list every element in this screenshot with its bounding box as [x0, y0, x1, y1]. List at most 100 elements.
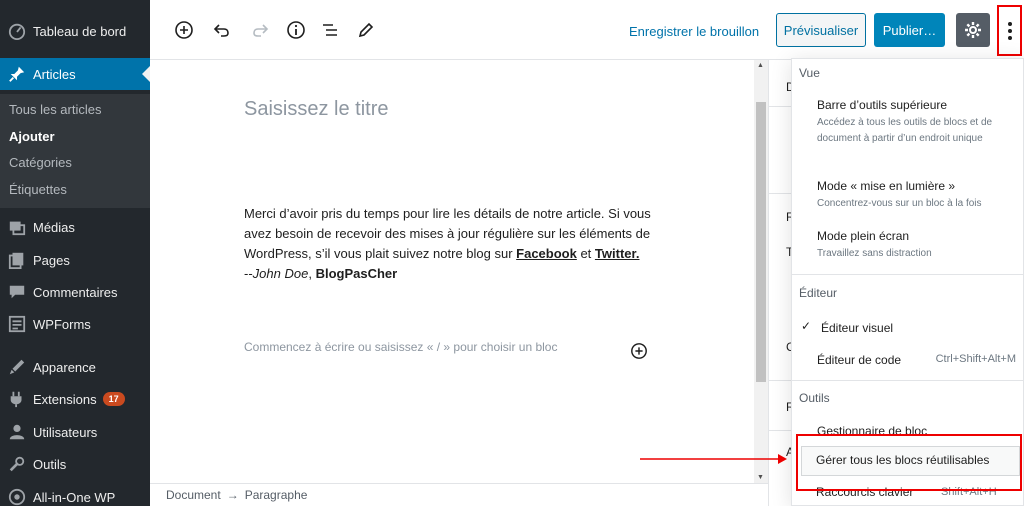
info-icon	[287, 21, 305, 39]
dashboard-icon	[7, 21, 27, 41]
pages-icon	[7, 250, 27, 270]
add-block-button[interactable]	[172, 18, 196, 42]
check-icon: ✓	[801, 319, 812, 333]
sidebar-item-label: Outils	[33, 456, 67, 472]
blog-name: BlogPasCher	[315, 266, 398, 281]
redo-icon	[253, 24, 269, 37]
code-editor-shortcut: Ctrl+Shift+Alt+M	[935, 353, 1016, 365]
annotation-arrow-icon	[640, 454, 787, 464]
submenu-categories[interactable]: Catégories	[9, 155, 72, 170]
scroll-up-arrow-icon[interactable]: ▲	[757, 62, 764, 69]
menu-item-visual-editor[interactable]: Éditeur visuel	[821, 320, 1023, 336]
menu-section-tools: Outils	[799, 391, 830, 405]
sidebar-item-dashboard[interactable]: Tableau de bord	[0, 15, 150, 47]
inserter-button[interactable]	[630, 342, 648, 360]
sidebar-item-users[interactable]: Utilisateurs	[0, 416, 150, 448]
redo-button[interactable]	[248, 18, 272, 42]
menu-item-manage-reusable-blocks[interactable]: Gérer tous les blocs réutilisables	[816, 453, 989, 467]
undo-button[interactable]	[210, 18, 234, 42]
edit-mode-button[interactable]	[354, 18, 378, 42]
menu-item-top-toolbar[interactable]: Barre d’outils supérieure Accédez à tous…	[817, 97, 1022, 147]
media-icon	[7, 217, 27, 237]
menu-item-label: Mode « mise en lumière »	[817, 179, 956, 193]
breadcrumb-document[interactable]: Document	[166, 488, 221, 502]
publish-button[interactable]: Publier…	[874, 13, 945, 47]
sidebar-item-aiowp[interactable]: All-in-One WP	[0, 481, 150, 506]
signature-comma: ,	[308, 266, 316, 281]
paragraph-block[interactable]: Merci d’avoir pris du temps pour lire le…	[244, 204, 654, 284]
pin-icon	[7, 64, 27, 84]
scrollbar-thumb[interactable]	[756, 102, 766, 382]
author-name: John Doe	[252, 266, 309, 281]
gear-icon	[965, 22, 981, 38]
update-count-badge: 17	[102, 392, 125, 406]
editor-scrollbar[interactable]: ▲ ▼	[754, 60, 768, 483]
wpforms-icon	[7, 314, 27, 334]
default-block-appender[interactable]: Commencez à écrire ou saisissez « / » po…	[244, 340, 557, 354]
editor-screen: Tableau de bord Articles Tous les articl…	[0, 0, 1024, 506]
undo-icon	[213, 24, 229, 37]
facebook-link[interactable]: Facebook	[516, 246, 577, 261]
sidebar-item-label: Pages	[33, 252, 70, 268]
sidebar-item-label: Extensions	[33, 391, 97, 407]
plus-circle-icon	[631, 343, 647, 359]
sidebar-item-label: WPForms	[33, 316, 91, 332]
save-draft-button[interactable]: Enregistrer le brouillon	[629, 24, 759, 39]
paragraph-and: et	[576, 246, 595, 261]
menu-item-label: Mode plein écran	[817, 229, 910, 243]
vertical-ellipsis-icon	[1007, 21, 1012, 40]
sidebar-item-comments[interactable]: Commentaires	[0, 276, 150, 308]
sidebar-item-appearance[interactable]: Apparence	[0, 351, 150, 383]
sidebar-item-label: Tableau de bord	[33, 23, 127, 39]
info-button[interactable]	[284, 18, 308, 42]
aiowp-icon	[7, 487, 27, 506]
scroll-down-arrow-icon[interactable]: ▼	[757, 474, 764, 481]
menu-item-description: Accédez à tous les outils de blocs et de…	[817, 117, 993, 144]
sidebar-item-label: All-in-One WP	[33, 489, 116, 505]
menu-item-keyboard-shortcuts[interactable]: Raccourcis clavier	[816, 485, 913, 499]
submenu-all-articles[interactable]: Tous les articles	[9, 102, 101, 117]
tools-icon	[7, 454, 27, 474]
sidebar-item-label: Utilisateurs	[33, 424, 98, 440]
pencil-icon	[358, 22, 374, 38]
sidebar-item-tools[interactable]: Outils	[0, 448, 150, 480]
articles-submenu: Tous les articles Ajouter Catégories Éti…	[0, 94, 150, 208]
menu-section-view: Vue	[799, 66, 820, 80]
sidebar-item-articles[interactable]: Articles	[0, 58, 150, 90]
block-breadcrumb: Document → Paragraphe	[150, 483, 768, 506]
editor-toolbar: Enregistrer le brouillon Prévisualiser P…	[150, 0, 1024, 60]
menu-item-spotlight[interactable]: Mode « mise en lumière » Concentrez-vous…	[817, 178, 1022, 212]
sidebar-item-label: Apparence	[33, 359, 96, 375]
list-icon	[323, 24, 337, 36]
sidebar-item-label: Commentaires	[33, 284, 118, 300]
menu-item-label: Barre d’outils supérieure	[817, 98, 948, 112]
menu-item-block-manager[interactable]: Gestionnaire de bloc	[817, 423, 1022, 439]
more-tools-button[interactable]	[997, 5, 1022, 56]
settings-button[interactable]	[956, 13, 990, 47]
menu-item-label: Éditeur visuel	[821, 321, 894, 335]
menu-item-label: Gestionnaire de bloc	[817, 424, 928, 438]
submenu-add[interactable]: Ajouter	[9, 129, 55, 144]
breadcrumb-separator: →	[226, 488, 239, 502]
sidebar-item-plugins[interactable]: Extensions 17	[0, 383, 150, 415]
sidebar-item-wpforms[interactable]: WPForms	[0, 308, 150, 340]
sidebar-item-label: Médias	[33, 219, 75, 235]
comments-icon	[7, 282, 27, 302]
menu-item-fullscreen[interactable]: Mode plein écran Travaillez sans distrac…	[817, 228, 1022, 262]
submenu-tags[interactable]: Étiquettes	[9, 182, 67, 197]
editor-canvas: Saisissez le titre Merci d’avoir pris du…	[150, 60, 754, 483]
block-navigation-button[interactable]	[318, 18, 342, 42]
twitter-link[interactable]: Twitter.	[595, 246, 640, 261]
menu-section-editor: Éditeur	[799, 286, 838, 300]
more-tools-menu: Vue Barre d’outils supérieure Accédez à …	[791, 58, 1024, 506]
sidebar-item-media[interactable]: Médias	[0, 211, 150, 243]
sidebar-item-label: Articles	[33, 66, 76, 82]
post-title-input[interactable]: Saisissez le titre	[244, 98, 389, 121]
preview-button[interactable]: Prévisualiser	[776, 13, 866, 47]
keyboard-shortcuts-key: Shift+Alt+H	[941, 486, 997, 498]
menu-item-description: Concentrez-vous sur un bloc à la fois	[817, 198, 982, 209]
appearance-icon	[7, 357, 27, 377]
sidebar-item-pages[interactable]: Pages	[0, 244, 150, 276]
breadcrumb-paragraph[interactable]: Paragraphe	[245, 488, 308, 502]
plugins-icon	[7, 389, 27, 409]
